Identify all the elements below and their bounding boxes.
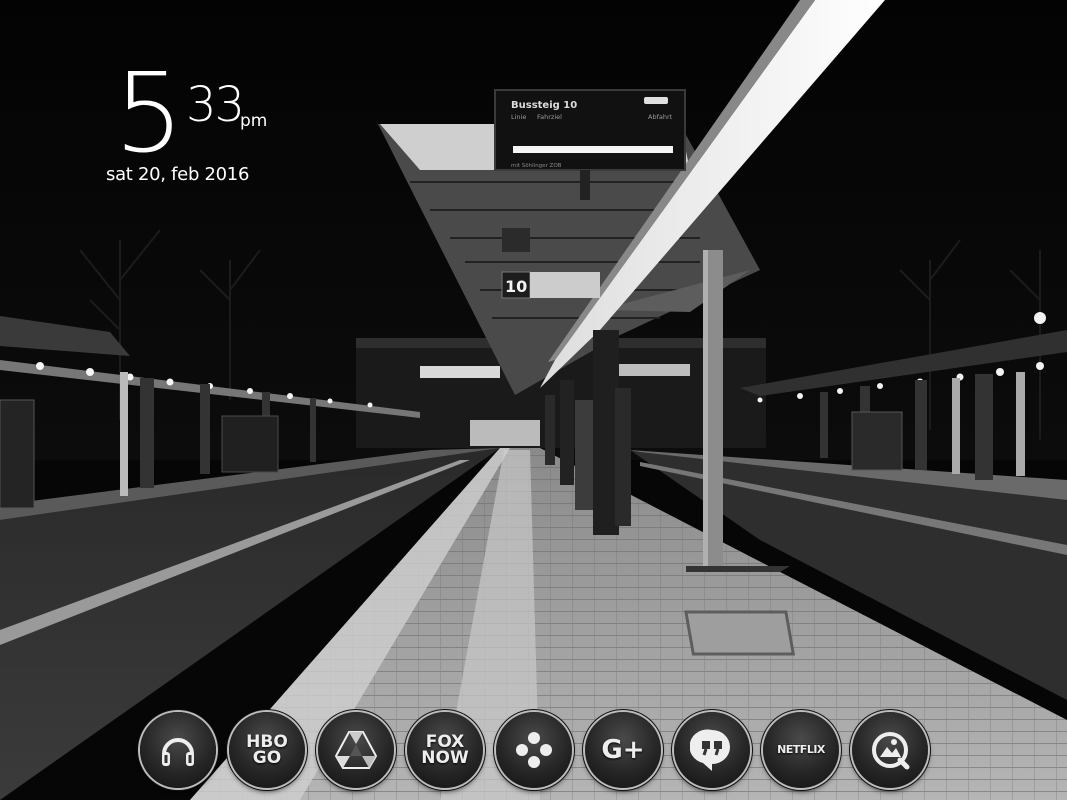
google-drive-app-button[interactable] (318, 712, 394, 788)
clock-ampm: pm (240, 111, 268, 131)
home-screen: Bussteig 10 Linie Fahrziel Abfahrt mit S… (0, 0, 1067, 800)
clock-hour: 5 (114, 49, 184, 177)
hbo-go-app-button[interactable]: HBO GO (229, 712, 305, 788)
gallery-app-button[interactable] (852, 712, 928, 788)
sign-col-departure: Abfahrt (648, 113, 673, 121)
quote-bubble-icon (682, 720, 742, 780)
sign-footer: mit Söhlinger ZOB (511, 163, 562, 169)
headphones-app-button[interactable] (140, 712, 216, 788)
sign-col-destination: Fahrziel (537, 113, 562, 121)
hbo-go-logo: HBO GO (246, 733, 288, 768)
gallery-icon (860, 720, 920, 780)
gamepad-icon (504, 720, 564, 780)
hbo-go-label-line2: GO (252, 748, 282, 768)
google-plus-app-button[interactable]: G+ (585, 712, 661, 788)
fox-now-logo: FOX NOW (421, 733, 469, 768)
drive-icon (326, 720, 386, 780)
platform-number: 10 (505, 277, 527, 296)
clock-minutes: 33 (186, 77, 245, 133)
app-dock: HBO GO FOX NOW G+ NETFLIX (140, 712, 930, 790)
headphones-icon (148, 720, 208, 780)
sign-title: Bussteig 10 (511, 100, 577, 111)
hangouts-app-button[interactable] (674, 712, 750, 788)
clock-date: sat 20, feb 2016 (106, 164, 250, 185)
netflix-app-button[interactable]: NETFLIX (763, 712, 839, 788)
fox-now-app-button[interactable]: FOX NOW (407, 712, 483, 788)
netflix-logo: NETFLIX (777, 742, 825, 756)
google-plus-logo: G+ (601, 734, 645, 765)
sign-col-line: Linie (511, 113, 526, 121)
fox-now-label-line2: NOW (421, 748, 469, 768)
game-controller-app-button[interactable] (496, 712, 572, 788)
